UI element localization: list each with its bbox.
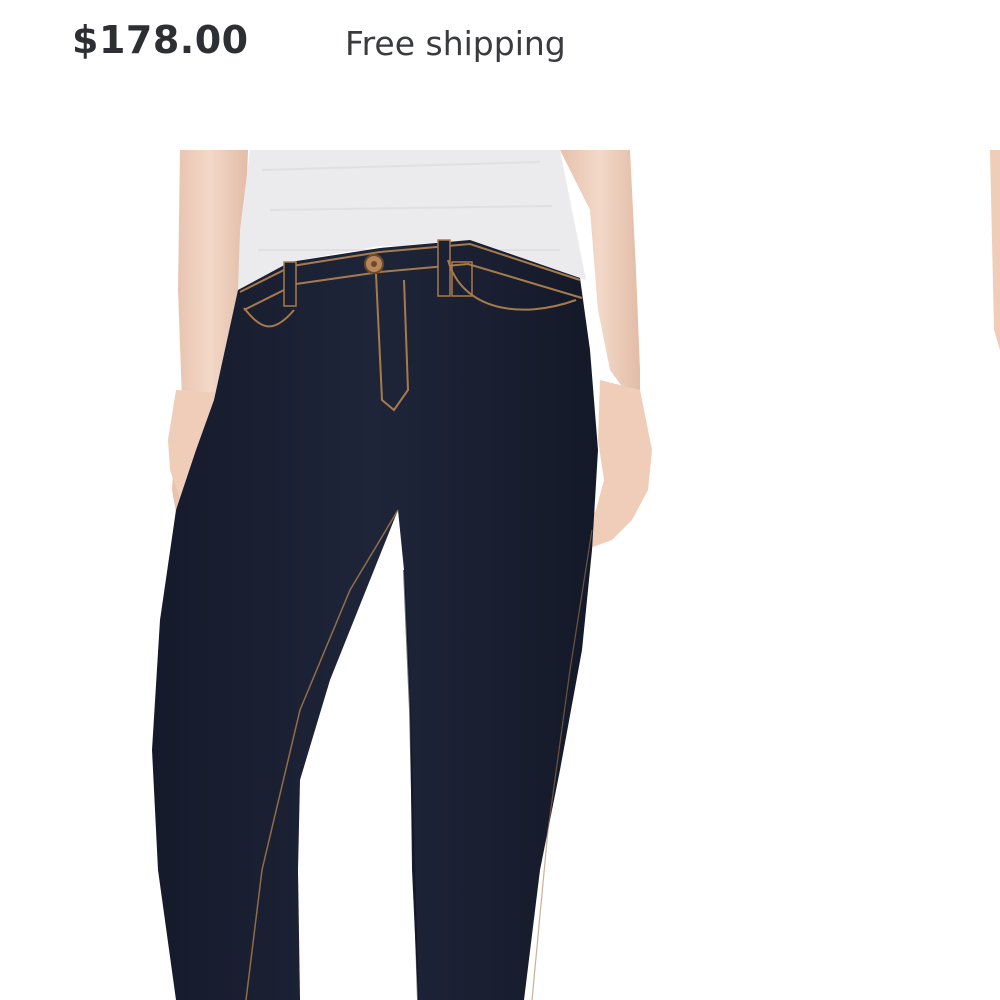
next-image-preview[interactable] [988, 150, 1000, 350]
price-label: $178.00 [72, 18, 249, 62]
product-image[interactable] [0, 150, 1000, 1000]
shipping-label: Free shipping [345, 24, 566, 63]
